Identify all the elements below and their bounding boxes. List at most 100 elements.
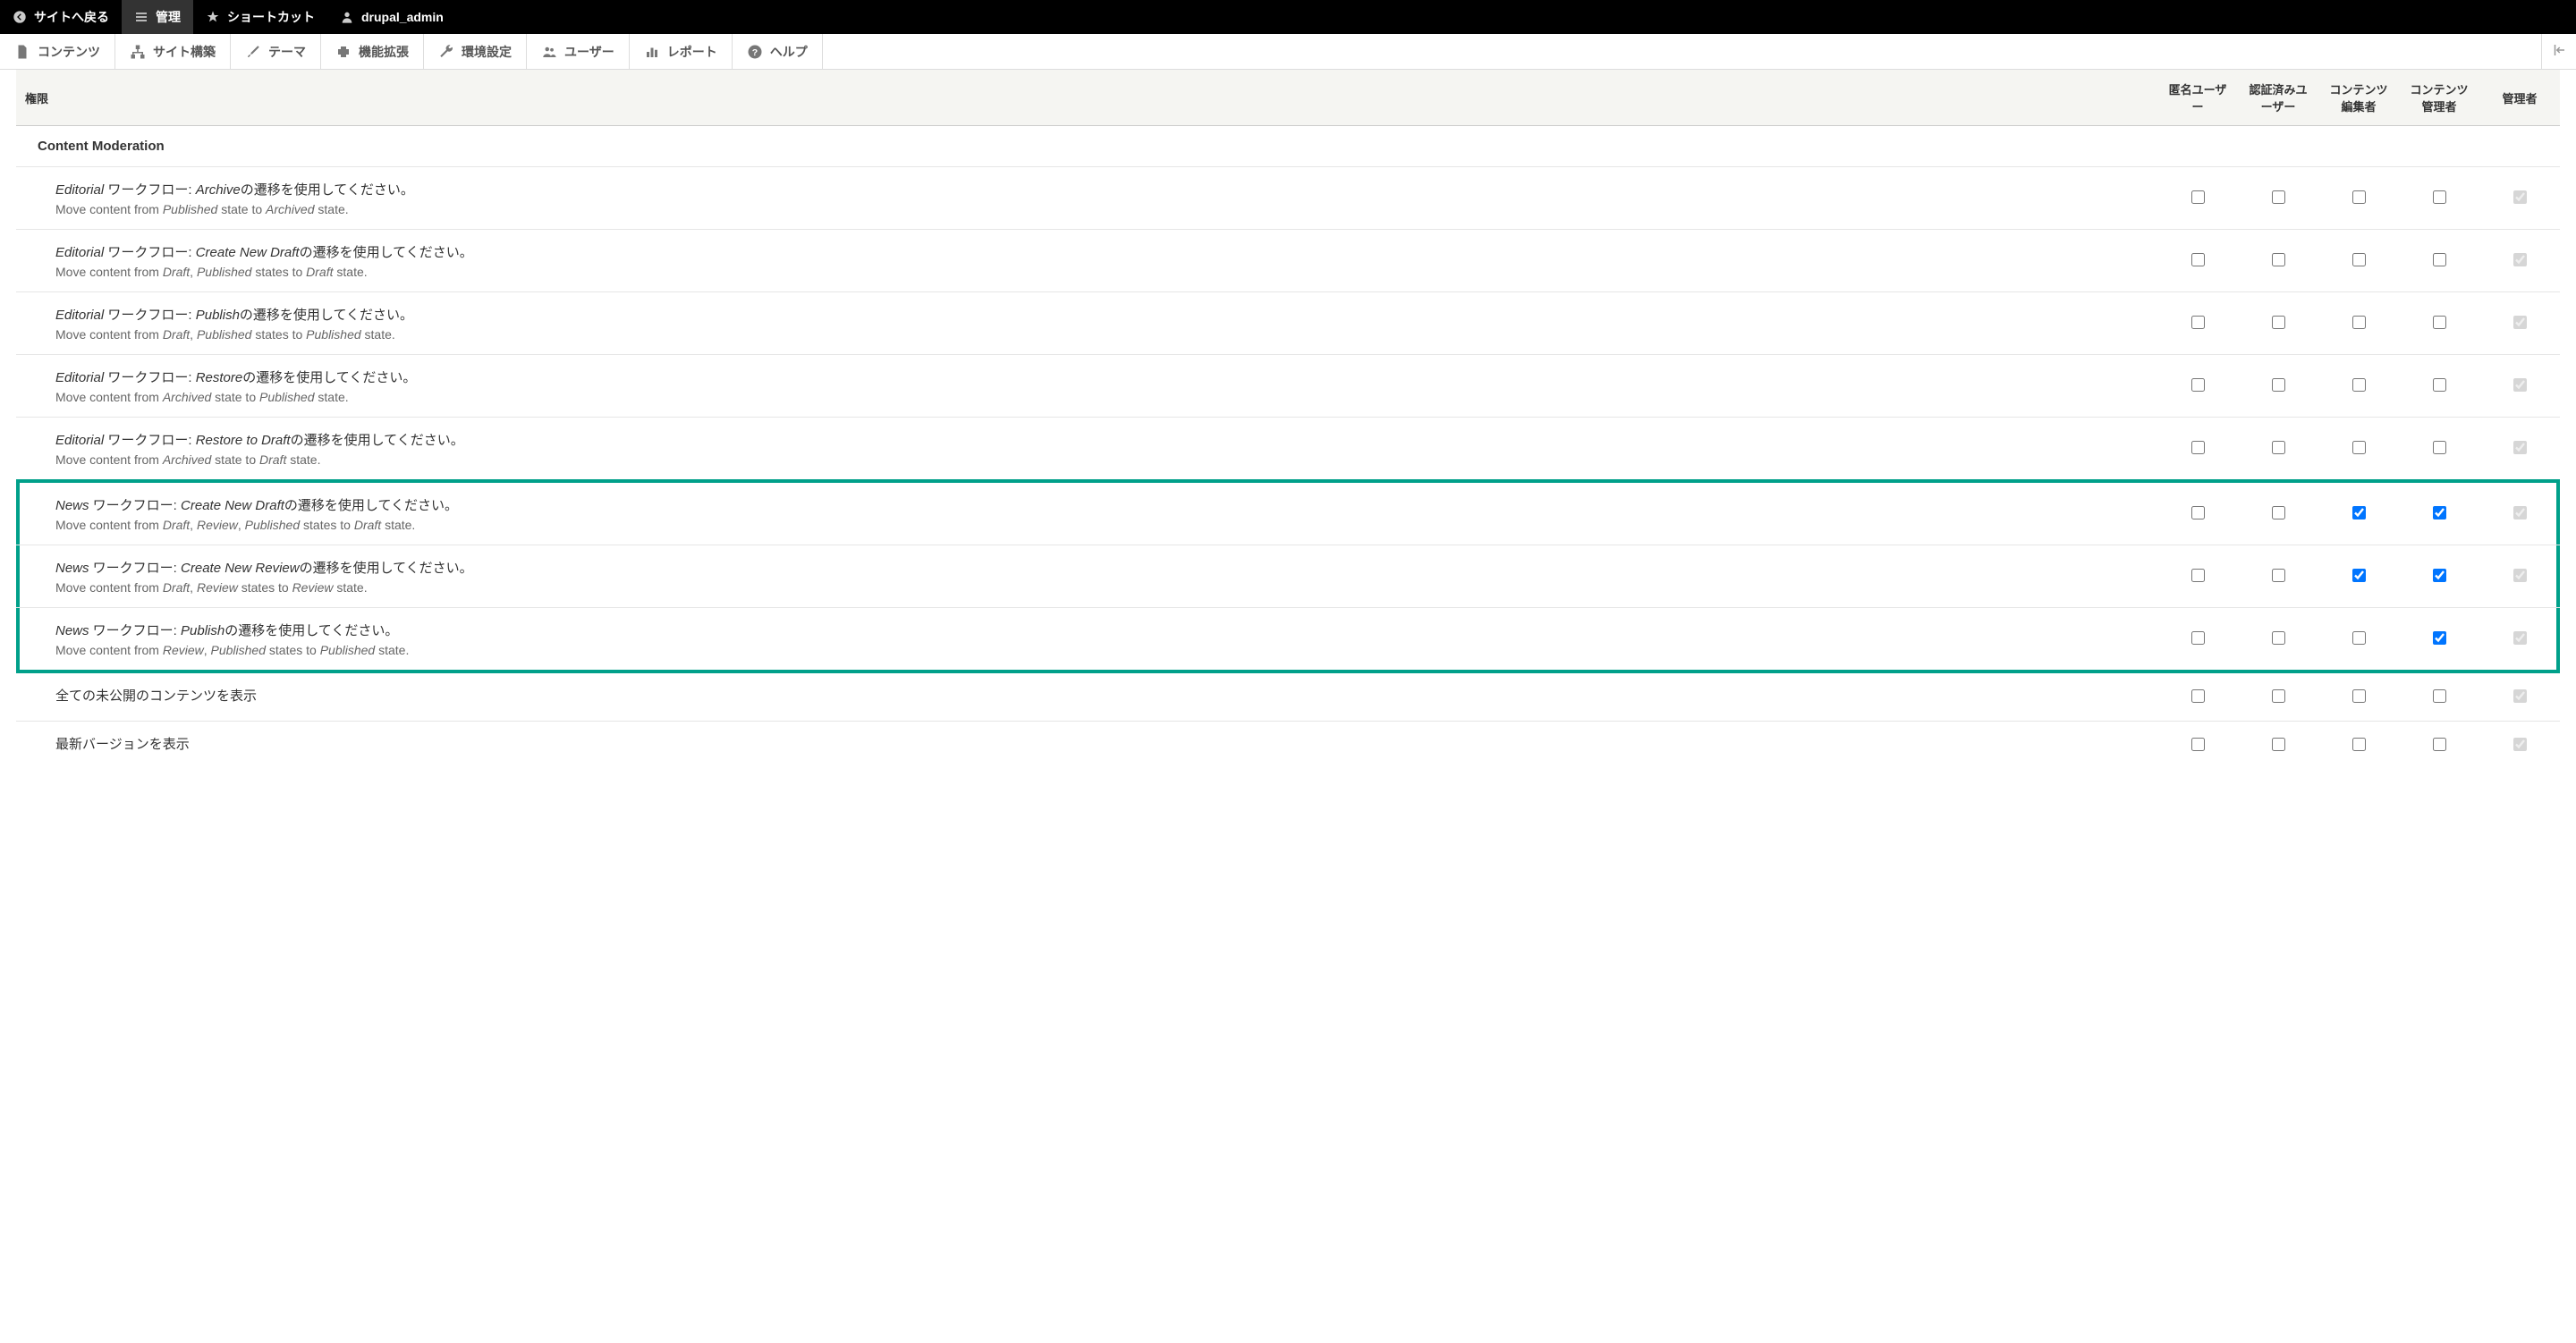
permission-checkbox[interactable]: [2433, 689, 2446, 703]
permission-checkbox[interactable]: [2272, 631, 2285, 645]
permission-checkbox[interactable]: [2272, 738, 2285, 751]
admin-structure-link[interactable]: サイト構築: [115, 34, 231, 69]
shortcuts-link[interactable]: ショートカット: [193, 0, 327, 34]
role-checkbox-cell: [2399, 292, 2479, 355]
permission-checkbox[interactable]: [2433, 190, 2446, 204]
admin-structure-label: サイト構築: [153, 43, 216, 61]
permission-checkbox: [2513, 631, 2527, 645]
back-to-site-label: サイトへ戻る: [34, 8, 109, 26]
role-checkbox-cell: [2479, 608, 2560, 672]
permission-row: 全ての未公開のコンテンツを表示: [16, 672, 2560, 722]
section-heading: Content Moderation: [16, 126, 2560, 167]
permission-checkbox[interactable]: [2191, 253, 2205, 266]
permission-checkbox[interactable]: [2433, 316, 2446, 329]
permission-checkbox[interactable]: [2352, 738, 2366, 751]
permission-checkbox[interactable]: [2433, 378, 2446, 392]
shortcuts-label: ショートカット: [227, 8, 315, 26]
permission-checkbox[interactable]: [2191, 569, 2205, 582]
permission-checkbox[interactable]: [2352, 378, 2366, 392]
permission-checkbox[interactable]: [2433, 441, 2446, 454]
role-checkbox-cell: [2399, 355, 2479, 418]
permission-title: Editorial ワークフロー: Create New Draftの遷移を使用…: [55, 242, 2148, 261]
permission-checkbox[interactable]: [2191, 506, 2205, 519]
role-checkbox-cell: [2318, 545, 2399, 608]
role-checkbox-cell: [2157, 230, 2238, 292]
star-icon: [206, 10, 220, 24]
permission-checkbox[interactable]: [2352, 316, 2366, 329]
role-checkbox-cell: [2479, 722, 2560, 770]
admin-config-link[interactable]: 環境設定: [424, 34, 527, 69]
permission-checkbox[interactable]: [2272, 378, 2285, 392]
permission-checkbox[interactable]: [2272, 441, 2285, 454]
permission-checkbox[interactable]: [2272, 253, 2285, 266]
admin-content-link[interactable]: コンテンツ: [0, 34, 115, 69]
admin-people-link[interactable]: ユーザー: [527, 34, 630, 69]
permission-label-cell: Editorial ワークフロー: Restoreの遷移を使用してください。Mo…: [16, 355, 2157, 418]
permission-checkbox: [2513, 316, 2527, 329]
admin-content-label: コンテンツ: [38, 43, 100, 61]
permission-checkbox[interactable]: [2352, 190, 2366, 204]
permission-checkbox: [2513, 441, 2527, 454]
permission-checkbox[interactable]: [2433, 506, 2446, 519]
permission-checkbox[interactable]: [2191, 689, 2205, 703]
permission-checkbox[interactable]: [2191, 738, 2205, 751]
admin-reports-link[interactable]: レポート: [630, 34, 733, 69]
permission-checkbox[interactable]: [2272, 190, 2285, 204]
role-checkbox-cell: [2238, 722, 2318, 770]
back-to-site-link[interactable]: サイトへ戻る: [0, 0, 122, 34]
user-label: drupal_admin: [361, 10, 444, 24]
role-checkbox-cell: [2479, 672, 2560, 722]
permission-checkbox[interactable]: [2433, 253, 2446, 266]
permission-checkbox[interactable]: [2433, 569, 2446, 582]
admin-help-link[interactable]: ? ヘルプ: [733, 34, 823, 69]
permission-checkbox[interactable]: [2352, 253, 2366, 266]
permission-checkbox: [2513, 190, 2527, 204]
permission-checkbox[interactable]: [2191, 378, 2205, 392]
help-icon: ?: [747, 44, 763, 60]
permission-checkbox[interactable]: [2272, 569, 2285, 582]
permission-checkbox: [2513, 378, 2527, 392]
permission-checkbox[interactable]: [2272, 316, 2285, 329]
role-checkbox-cell: [2399, 418, 2479, 482]
role-checkbox-cell: [2238, 230, 2318, 292]
permission-checkbox[interactable]: [2433, 738, 2446, 751]
permission-checkbox: [2513, 689, 2527, 703]
admin-extend-link[interactable]: 機能拡張: [321, 34, 424, 69]
toolbar-top: サイトへ戻る 管理 ショートカット drupal_admin: [0, 0, 2576, 34]
permission-checkbox[interactable]: [2272, 689, 2285, 703]
permission-checkbox: [2513, 506, 2527, 519]
svg-text:?: ?: [752, 46, 758, 57]
header-content-admin: コンテンツ管理者: [2399, 70, 2479, 126]
permissions-content: 権限 匿名ユーザー 認証済みユーザー コンテンツ編集者 コンテンツ管理者 管理者…: [0, 70, 2576, 787]
permission-checkbox[interactable]: [2191, 316, 2205, 329]
permission-checkbox[interactable]: [2272, 506, 2285, 519]
role-checkbox-cell: [2318, 418, 2399, 482]
permission-checkbox[interactable]: [2352, 506, 2366, 519]
permission-checkbox[interactable]: [2191, 631, 2205, 645]
permission-checkbox[interactable]: [2191, 441, 2205, 454]
permission-checkbox[interactable]: [2352, 631, 2366, 645]
admin-appearance-link[interactable]: テーマ: [231, 34, 321, 69]
role-checkbox-cell: [2238, 292, 2318, 355]
permission-checkbox[interactable]: [2352, 441, 2366, 454]
permission-title: 最新バージョンを表示: [55, 734, 2148, 753]
permission-checkbox[interactable]: [2191, 190, 2205, 204]
manage-link[interactable]: 管理: [122, 0, 193, 34]
toolbar-collapse-button[interactable]: [2541, 34, 2576, 69]
file-icon: [14, 44, 30, 60]
permission-title: Editorial ワークフロー: Archiveの遷移を使用してください。: [55, 180, 2148, 198]
permission-checkbox[interactable]: [2352, 689, 2366, 703]
permission-label-cell: 全ての未公開のコンテンツを表示: [16, 672, 2157, 722]
role-checkbox-cell: [2479, 230, 2560, 292]
role-checkbox-cell: [2157, 292, 2238, 355]
admin-help-label: ヘルプ: [770, 43, 808, 61]
user-link[interactable]: drupal_admin: [327, 0, 456, 34]
permission-checkbox[interactable]: [2352, 569, 2366, 582]
permission-checkbox[interactable]: [2433, 631, 2446, 645]
role-checkbox-cell: [2399, 545, 2479, 608]
role-checkbox-cell: [2157, 608, 2238, 672]
permission-row: Editorial ワークフロー: Archiveの遷移を使用してください。Mo…: [16, 167, 2560, 230]
puzzle-icon: [335, 44, 352, 60]
people-icon: [541, 44, 557, 60]
role-checkbox-cell: [2318, 481, 2399, 545]
